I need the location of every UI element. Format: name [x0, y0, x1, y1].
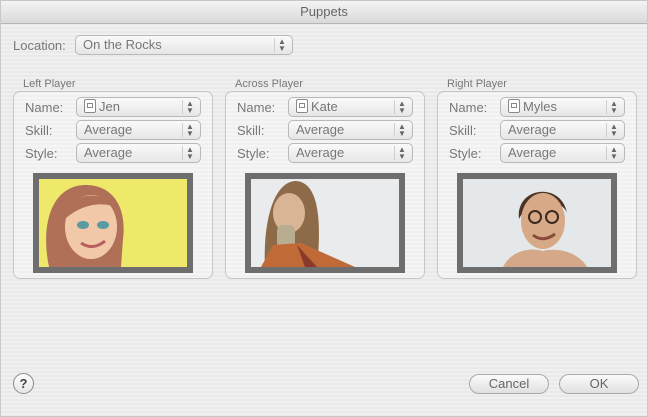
left-name-popup[interactable]: Jen ▲ ▼: [76, 97, 201, 117]
updown-arrows-icon: ▲ ▼: [606, 146, 621, 161]
left-player-title: Left Player: [23, 78, 76, 90]
updown-arrows-icon: ▲ ▼: [606, 100, 621, 115]
across-player-avatar: [245, 173, 405, 273]
left-style-value: Average: [84, 145, 133, 160]
right-name-popup[interactable]: Myles ▲ ▼: [500, 97, 625, 117]
left-name-value: Jen: [99, 99, 120, 114]
location-value: On the Rocks: [83, 37, 162, 52]
woman-photo-portrait: [251, 179, 399, 267]
style-label: Style:: [25, 146, 58, 161]
updown-arrows-icon: ▲ ▼: [182, 100, 197, 115]
right-name-value: Myles: [523, 99, 557, 114]
cancel-button[interactable]: Cancel: [469, 374, 549, 394]
style-label: Style:: [449, 146, 482, 161]
skill-label: Skill:: [237, 123, 265, 138]
updown-arrows-icon: ▲ ▼: [182, 146, 197, 161]
right-player-avatar: [457, 173, 617, 273]
updown-arrows-icon: ▲ ▼: [606, 123, 621, 138]
help-button[interactable]: ?: [13, 373, 34, 394]
updown-arrows-icon: ▲ ▼: [274, 38, 289, 53]
across-name-popup[interactable]: Kate ▲ ▼: [288, 97, 413, 117]
user-icon: [508, 99, 520, 113]
ok-button[interactable]: OK: [559, 374, 639, 394]
right-style-popup[interactable]: Average ▲ ▼: [500, 143, 625, 163]
across-skill-value: Average: [296, 122, 345, 137]
cartoon-woman-portrait: [39, 179, 187, 267]
skill-label: Skill:: [449, 123, 477, 138]
right-skill-popup[interactable]: Average ▲ ▼: [500, 120, 625, 140]
across-skill-popup[interactable]: Average ▲ ▼: [288, 120, 413, 140]
left-player-avatar: [33, 173, 193, 273]
updown-arrows-icon: ▲ ▼: [394, 100, 409, 115]
man-photo-portrait: [463, 179, 611, 267]
across-player-title: Across Player: [235, 78, 303, 90]
skill-label: Skill:: [25, 123, 53, 138]
name-label: Name:: [449, 100, 488, 115]
help-icon: ?: [19, 376, 28, 391]
updown-arrows-icon: ▲ ▼: [394, 146, 409, 161]
updown-arrows-icon: ▲ ▼: [182, 123, 197, 138]
location-label: Location:: [13, 38, 66, 53]
across-name-value: Kate: [311, 99, 338, 114]
left-skill-popup[interactable]: Average ▲ ▼: [76, 120, 201, 140]
left-skill-value: Average: [84, 122, 133, 137]
user-icon: [296, 99, 308, 113]
left-style-popup[interactable]: Average ▲ ▼: [76, 143, 201, 163]
right-player-title: Right Player: [447, 78, 507, 90]
across-style-value: Average: [296, 145, 345, 160]
name-label: Name:: [25, 100, 64, 115]
puppets-dialog: Puppets Location: On the Rocks ▲ ▼ Left P…: [0, 0, 648, 417]
across-style-popup[interactable]: Average ▲ ▼: [288, 143, 413, 163]
window-title: Puppets: [1, 1, 647, 24]
style-label: Style:: [237, 146, 270, 161]
location-popup[interactable]: On the Rocks ▲ ▼: [75, 35, 293, 55]
right-style-value: Average: [508, 145, 557, 160]
updown-arrows-icon: ▲ ▼: [394, 123, 409, 138]
name-label: Name:: [237, 100, 276, 115]
user-icon: [84, 99, 96, 113]
right-skill-value: Average: [508, 122, 557, 137]
